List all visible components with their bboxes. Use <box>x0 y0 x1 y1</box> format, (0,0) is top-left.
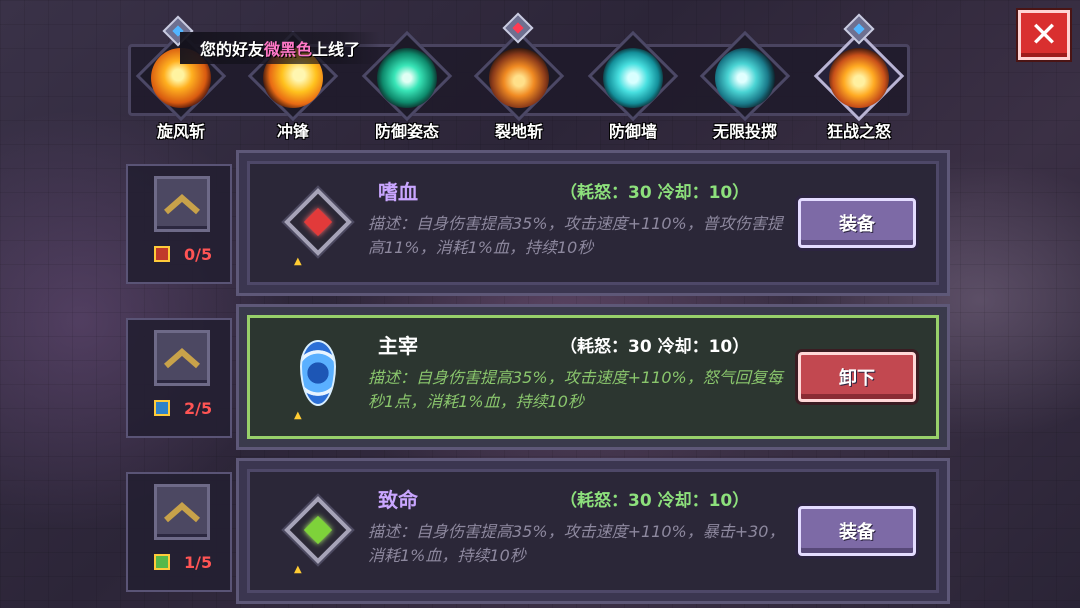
rune-card: ▲ 嗜血 （耗怒：30 冷却：10） 描述：自身伤害提高35%，攻击速度+110… <box>236 150 950 296</box>
rune-row-bloodthirst: 0/5 ▲ 嗜血 （耗怒：30 冷却：10） 描述：自身伤害提高35%，攻击速度… <box>126 150 950 296</box>
friend-name: 微黑色 <box>264 40 313 59</box>
infinite-throw-icon <box>715 48 775 108</box>
rune-row-lethal: 1/5 ▲ 致命 （耗怒：30 冷却：10） 描述：自身伤害提高35%，攻击速度… <box>126 458 950 604</box>
upgrade-panel: 2/5 <box>126 318 232 438</box>
rune-icon: ▲ <box>280 182 356 282</box>
upgrade-button[interactable] <box>154 484 210 540</box>
skill-label: 狂战之怒 <box>826 122 891 141</box>
skill-label: 裂地斩 <box>494 122 543 141</box>
skill-defense-wall[interactable]: 防御墙 <box>578 30 688 141</box>
skill-ground-slash[interactable]: 裂地斩 <box>464 30 574 141</box>
rune-icon: ▲ <box>280 336 356 436</box>
skill-label: 旋风斩 <box>156 122 205 141</box>
defense-stance-icon <box>377 48 437 108</box>
skill-label: 防御墙 <box>608 122 657 141</box>
equip-button[interactable]: 装备 <box>798 506 916 556</box>
chevron-up-icon <box>164 502 200 523</box>
rune-description: 描述：自身伤害提高35%，攻击速度+110%，暴击+30，消耗1%血，持续10秒 <box>368 522 785 565</box>
ground-slash-icon <box>489 48 549 108</box>
close-button[interactable]: ✕ <box>1018 10 1070 60</box>
close-icon: ✕ <box>1029 15 1059 55</box>
upgrade-panel: 0/5 <box>126 164 232 284</box>
berserker-rage-icon <box>829 48 889 108</box>
star-icon: ▲ <box>294 564 302 575</box>
chevron-up-icon <box>164 348 200 369</box>
upgrade-panel: 1/5 <box>126 472 232 592</box>
rune-name: 主宰 <box>378 334 418 358</box>
blue-crystal-icon <box>300 340 336 406</box>
skill-label: 无限投掷 <box>712 122 777 141</box>
rune-icon: ▲ <box>280 490 356 590</box>
skill-infinite-throw[interactable]: 无限投掷 <box>690 30 800 141</box>
upgrade-button[interactable] <box>154 176 210 232</box>
rune-cost: （耗怒：30 冷却：10） <box>560 337 750 357</box>
rune-level: 1/5 <box>184 552 213 572</box>
skill-berserker-rage[interactable]: 狂战之怒 <box>804 30 914 141</box>
star-icon: ▲ <box>294 256 302 267</box>
upgrade-button[interactable] <box>154 330 210 386</box>
chevron-up-icon <box>164 194 200 215</box>
rune-level: 0/5 <box>184 244 213 264</box>
rune-mini-icon <box>154 400 170 416</box>
rune-description: 描述：自身伤害提高35%，攻击速度+110%，怒气回复每秒1点，消耗1%血，持续… <box>368 368 783 411</box>
star-icon: ▲ <box>294 410 302 421</box>
rune-name: 致命 <box>378 488 418 512</box>
rune-cost: （耗怒：30 冷却：10） <box>560 183 750 203</box>
friend-online-notice: 您的好友微黑色上线了 <box>180 32 381 64</box>
equip-button[interactable]: 装备 <box>798 198 916 248</box>
defense-wall-icon <box>603 48 663 108</box>
skill-label: 冲锋 <box>276 122 309 141</box>
rune-mini-icon <box>154 554 170 570</box>
rune-card: ▲ 致命 （耗怒：30 冷却：10） 描述：自身伤害提高35%，攻击速度+110… <box>236 458 950 604</box>
rune-card: ▲ 主宰 （耗怒：30 冷却：10） 描述：自身伤害提高35%，攻击速度+110… <box>236 304 950 450</box>
rune-name: 嗜血 <box>378 180 418 204</box>
rune-row-dominate: 2/5 ▲ 主宰 （耗怒：30 冷却：10） 描述：自身伤害提高35%，攻击速度… <box>126 304 950 450</box>
rune-level: 2/5 <box>184 398 213 418</box>
rune-mini-icon <box>154 246 170 262</box>
skill-label: 防御姿态 <box>374 122 439 141</box>
rune-cost: （耗怒：30 冷却：10） <box>560 491 750 511</box>
unequip-button[interactable]: 卸下 <box>798 352 916 402</box>
rune-description: 描述：自身伤害提高35%，攻击速度+110%，普攻伤害提高11%，消耗1%血，持… <box>368 214 783 257</box>
